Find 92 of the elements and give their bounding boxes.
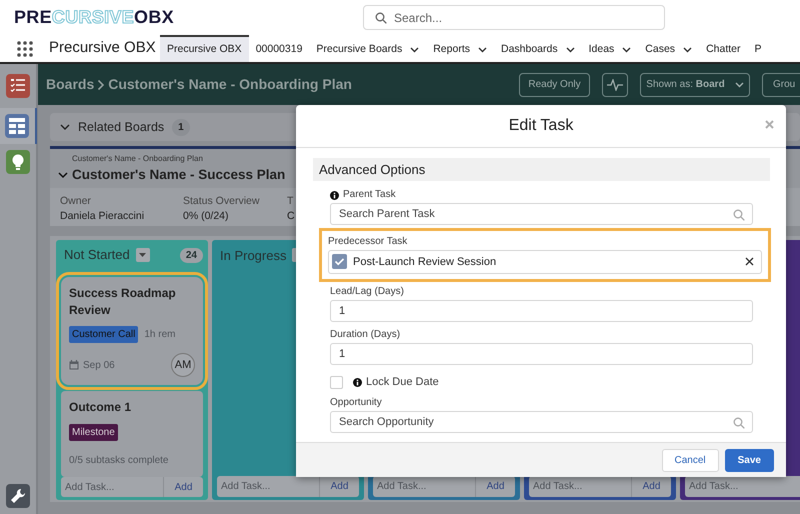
column-title: Not Started (64, 246, 130, 264)
task-tag: Milestone (69, 424, 118, 442)
add-task-field[interactable]: Add Task... (217, 476, 319, 498)
field-label: Duration (Days) (330, 329, 400, 341)
count-badge: 24 (180, 248, 203, 262)
calendar-icon (69, 360, 79, 370)
app-name: Precursive OBX (49, 38, 157, 58)
field-label: Status Overview (183, 194, 260, 209)
field-label: Predecessor Task (328, 236, 408, 248)
due-date: Sep 06 (83, 358, 115, 373)
clear-icon[interactable] (745, 257, 754, 266)
breadcrumb-link[interactable]: Boards (46, 74, 94, 95)
toolbar-button[interactable]: Grou (762, 72, 800, 96)
section-header: Advanced Options (313, 158, 770, 181)
view-dropdown[interactable]: Shown as: Board (640, 72, 750, 96)
caret-icon (139, 253, 146, 257)
info-icon (330, 190, 339, 200)
field-label: Owner (60, 194, 92, 209)
sidebar-item[interactable] (6, 150, 30, 174)
caret-icon[interactable] (566, 46, 575, 52)
lookup-field[interactable]: Search Opportunity (330, 411, 753, 433)
column-menu-button[interactable] (136, 248, 150, 262)
chevron-icon (60, 124, 70, 130)
toolbar-button[interactable]: Ready Only (519, 72, 590, 96)
chevron-icon (97, 78, 106, 90)
field-label: Lead/Lag (Days) (330, 286, 404, 298)
nav-tab[interactable]: P (748, 35, 769, 62)
pulse-icon (607, 78, 623, 90)
caret-icon[interactable] (622, 46, 632, 52)
lookup-field[interactable]: Post-Launch Review Session (328, 250, 762, 274)
nav-tab[interactable]: 00000319 (248, 35, 310, 62)
field-value: Daniela Pieraccini (60, 208, 146, 224)
modal-title: Edit Task (508, 116, 574, 136)
add-button[interactable]: Add (631, 476, 671, 498)
task-tag: Customer Call (69, 326, 138, 344)
add-task-field[interactable]: Add Task... (373, 476, 475, 498)
info-icon (353, 378, 362, 386)
nav-tab[interactable]: Chatter (699, 35, 748, 62)
chevron-icon (58, 172, 68, 179)
add-button[interactable]: Add (319, 476, 359, 498)
nav-tab[interactable]: Reports (426, 35, 494, 62)
field-value: 0% (0/24) (183, 208, 230, 224)
cancel-button[interactable]: Cancel (662, 448, 719, 472)
checkbox-label: Lock Due Date (366, 376, 439, 388)
sidebar-item[interactable] (5, 114, 29, 138)
time-remaining: 1h rem (144, 328, 176, 342)
search-field[interactable]: Search... (363, 5, 665, 30)
sidebar-item[interactable] (6, 74, 30, 98)
page-title: Customer's Name - Onboarding Plan (108, 75, 352, 94)
field-label: T (287, 194, 294, 209)
section-title: Related Boards (78, 118, 164, 136)
caret-icon[interactable] (410, 46, 420, 52)
card-title: Success Roadmap Review (69, 284, 177, 318)
add-task-field[interactable]: Add Task... (685, 476, 800, 498)
count-badge: 1 (172, 118, 190, 136)
save-button[interactable]: Save (724, 448, 774, 472)
app-launcher-icon[interactable] (17, 40, 33, 56)
field-label: Opportunity (330, 397, 382, 409)
number-field[interactable]: 1 (330, 300, 753, 322)
sidebar-item[interactable] (6, 484, 30, 508)
number-field[interactable]: 1 (330, 343, 753, 365)
task-card[interactable]: Success Roadmap Review Customer Call 1h rem Sep 06 AM (61, 276, 203, 386)
add-button[interactable]: Add (475, 476, 515, 498)
lookup-field[interactable]: Search Parent Task (330, 203, 753, 225)
field-label: Parent Task (343, 189, 396, 201)
nav-tab[interactable]: Precursive OBX (160, 35, 249, 62)
logo: PRECURSIVEOBX (14, 6, 174, 29)
parent-plan-label: Customer's Name - Onboarding Plan (72, 153, 204, 165)
search-icon (733, 417, 745, 429)
checkbox-icon (332, 254, 347, 269)
add-button[interactable]: Add (163, 477, 203, 498)
nav-tab[interactable]: Dashboards (494, 35, 582, 62)
add-task-field[interactable]: Add Task... (529, 476, 631, 498)
card-title: Outcome 1 (69, 399, 132, 416)
search-icon (733, 209, 745, 221)
field-value: C (287, 208, 296, 224)
add-task-field[interactable]: Add Task... (61, 477, 163, 498)
caret-icon[interactable] (683, 46, 692, 52)
nav-tab[interactable]: Precursive Boards (309, 35, 426, 62)
caret-icon (734, 82, 744, 88)
nav-tab[interactable]: Ideas (582, 35, 638, 62)
plan-title: Customer's Name - Success Plan (72, 166, 286, 184)
task-card[interactable]: Outcome 1 Milestone 0/5 subtasks complete (61, 391, 203, 478)
caret-icon[interactable] (478, 46, 487, 52)
column-title: In Progress (220, 246, 286, 265)
subtask-progress: 0/5 subtasks complete (69, 454, 170, 468)
close-icon (765, 120, 774, 129)
nav-tab[interactable]: Cases (638, 35, 700, 62)
activity-button[interactable] (602, 72, 628, 96)
grid-icon (7, 116, 27, 136)
avatar: AM (171, 353, 195, 378)
checkbox[interactable] (330, 376, 343, 388)
